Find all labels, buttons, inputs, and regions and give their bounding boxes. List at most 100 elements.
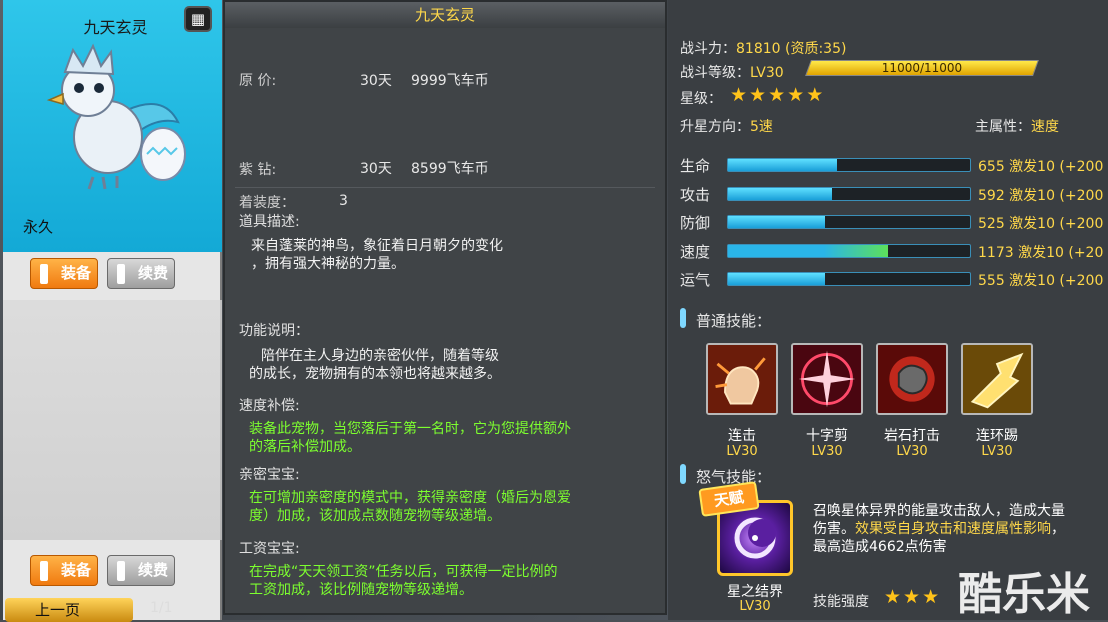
exclamation-icon xyxy=(117,264,125,284)
attribute-number: 592 xyxy=(978,187,1010,204)
attribute-bar-fill xyxy=(728,216,825,228)
skill-strength-label: 技能强度 xyxy=(813,594,869,610)
attribute-number: 1173 xyxy=(978,244,1019,261)
upgrade-row: 升星方向：5速 xyxy=(680,116,773,136)
exclamation-icon xyxy=(40,561,48,581)
equip-button[interactable]: 装备 xyxy=(30,258,98,289)
attribute-bar xyxy=(727,215,971,229)
star-row: 星级： xyxy=(680,88,722,108)
star-icon: ★ xyxy=(787,84,805,106)
attribute-label: 防御 xyxy=(680,214,711,232)
attribute-bar-fill xyxy=(728,244,888,257)
attribute-value: 525 激发10 (+200 xyxy=(978,213,1103,233)
cross-slash-icon[interactable] xyxy=(791,343,863,415)
main-attr-row: 主属性：速度 xyxy=(975,116,1059,136)
skill-name: 连环踢 xyxy=(976,428,1018,444)
speed-comp-line-2: 的落后补偿加成。 xyxy=(249,439,361,455)
equip-label: 装备 xyxy=(61,264,92,282)
combo-kick-icon[interactable] xyxy=(961,343,1033,415)
attribute-bonus: 激发10 (+200 xyxy=(1009,187,1104,204)
star-icon: ★ xyxy=(884,586,902,608)
crescent-icon xyxy=(734,517,776,559)
prev-label: 上一页 xyxy=(35,601,81,619)
intimacy-line-1: 在可增加亲密度的模式中，获得亲密度（婚后为恩爱 xyxy=(249,490,571,506)
skill-name: 十字剪 xyxy=(806,428,848,444)
function-line-1: 陪伴在主人身边的亲密伙伴，随着等级 xyxy=(261,348,499,364)
normal-skill-label: 普通技能： xyxy=(696,312,772,330)
attribute-bar xyxy=(727,158,971,172)
level-label: 战斗等级： xyxy=(680,65,750,81)
attribute-label: 生命 xyxy=(680,157,711,175)
attribute-bar xyxy=(727,243,971,258)
power-label: 战斗力： xyxy=(680,41,736,57)
star-rating: ★ ★ ★ ★ ★ xyxy=(730,84,825,106)
original-price-label: 原 价: xyxy=(239,73,277,89)
purple-days: 30天 xyxy=(360,161,392,177)
attribute-number: 525 xyxy=(978,216,1010,232)
attribute-label: 攻击 xyxy=(680,185,711,204)
function-label: 功能说明： xyxy=(239,323,309,339)
section-marker xyxy=(680,464,686,484)
ult-description: 召唤星体异界的能量攻击敌人，造成大量伤害。效果受自身攻击和速度属性影响，最高造成… xyxy=(813,502,1075,556)
prev-page-button[interactable]: 上一页 xyxy=(5,598,133,622)
renew-button-bottom[interactable]: 续费 xyxy=(107,555,175,586)
speed-comp-label: 速度补偿: xyxy=(239,398,300,414)
skill-level: LV30 xyxy=(726,444,758,459)
qualification: (资质:35) xyxy=(785,41,847,57)
attribute-value: 655 激发10 (+200 xyxy=(978,156,1103,176)
attribute-number: 555 xyxy=(978,273,1010,289)
attribute-value: 555 激发10 (+200 xyxy=(978,270,1103,290)
wear-value: 3 xyxy=(339,193,348,209)
equip-button-bottom[interactable]: 装备 xyxy=(30,555,98,586)
skill-name: 岩石打击 xyxy=(884,428,940,444)
attribute-value: 592 激发10 (+200 xyxy=(978,185,1103,205)
calculator-icon[interactable]: ▦ xyxy=(184,6,212,32)
equip-label: 装备 xyxy=(61,561,92,579)
skill-name: 连击 xyxy=(728,428,756,444)
ult-desc-highlight: 效果受自身攻击和速度属性影响 xyxy=(855,521,1051,537)
star-icon: ★ xyxy=(749,84,767,106)
speed-comp-line-1: 装备此宠物，当您落后于第一名时，它为您提供额外 xyxy=(249,421,571,437)
power-value: 81810 xyxy=(736,41,781,57)
attribute-label: 速度 xyxy=(680,242,711,261)
original-days: 30天 xyxy=(360,73,392,89)
attribute-bar xyxy=(727,186,971,201)
exp-text: 11000/11000 xyxy=(881,61,963,75)
attribute-number: 655 xyxy=(978,159,1010,175)
rock-strike-icon[interactable] xyxy=(876,343,948,415)
skill-strength-stars: ★ ★ ★ xyxy=(884,586,941,608)
divider xyxy=(235,187,655,188)
attribute-bonus: 激发10 (+20 xyxy=(1018,244,1104,261)
upgrade-value: 5速 xyxy=(750,119,773,135)
skill-level: LV30 xyxy=(896,444,928,459)
watermark-logo: 酷乐米 xyxy=(958,569,1090,620)
renew-label: 续费 xyxy=(138,561,169,579)
star-icon: ★ xyxy=(806,84,824,106)
star-icon: ★ xyxy=(903,586,921,608)
skill-level: LV30 xyxy=(981,444,1013,459)
pet-card-background xyxy=(3,300,222,540)
intimacy-label: 亲密宝宝: xyxy=(239,467,300,483)
detail-title: 九天玄灵 xyxy=(225,2,665,28)
pet-image xyxy=(46,43,186,190)
attribute-bonus: 激发10 (+200 xyxy=(1009,273,1104,289)
attribute-label: 运气 xyxy=(680,271,711,289)
level-value: LV30 xyxy=(750,65,784,81)
function-line-2: 的成长，宠物拥有的本领也将越来越多。 xyxy=(249,366,501,382)
level-row: 战斗等级：LV30 xyxy=(680,62,784,82)
renew-button[interactable]: 续费 xyxy=(107,258,175,289)
power-row: 战斗力：81810 (资质:35) xyxy=(680,38,846,58)
purple-price: 8599飞车币 xyxy=(411,161,489,177)
pet-card: 九天玄灵 ▦ 永久 装备 续费 装备 续费 xyxy=(3,0,222,620)
star-icon: ★ xyxy=(730,84,748,106)
attribute-bonus: 激发10 (+200 xyxy=(1009,159,1104,175)
original-price: 9999飞车币 xyxy=(411,73,489,89)
section-marker xyxy=(680,308,686,328)
exclamation-icon xyxy=(117,561,125,581)
skill-level: LV30 xyxy=(811,444,843,459)
ult-level: LV30 xyxy=(739,599,771,614)
star-icon: ★ xyxy=(768,84,786,106)
ult-desc-text: 召唤星体异界的能量攻击敌人，造 xyxy=(813,503,1023,519)
attribute-bar xyxy=(727,272,971,286)
fist-icon[interactable] xyxy=(706,343,778,415)
